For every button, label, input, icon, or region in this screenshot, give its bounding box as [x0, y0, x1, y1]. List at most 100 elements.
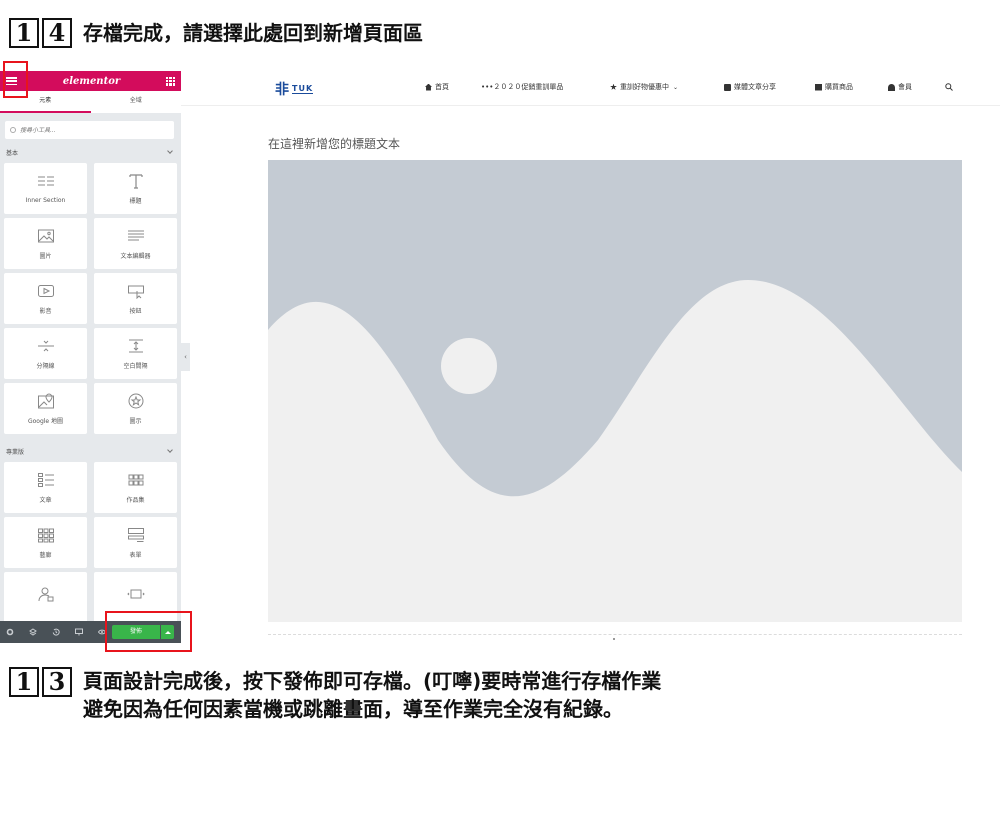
logo-text: TUK [292, 84, 314, 94]
user-icon [888, 83, 895, 91]
step-digit: 4 [42, 18, 72, 48]
history-icon[interactable] [51, 627, 61, 637]
widget-portfolio[interactable]: 作品集 [94, 462, 177, 513]
star-circle-icon [128, 393, 143, 408]
nav-label: 購買商品 [825, 83, 853, 91]
responsive-desktop-icon[interactable] [74, 627, 84, 637]
widget-search[interactable] [5, 121, 174, 139]
step-13-line2: 避免因為任何因素當機或跳離畫面，導至作業完全沒有紀錄。 [83, 697, 623, 721]
widget-divider[interactable]: 分隔線 [4, 328, 87, 379]
nav-label: 重訓好物優惠中 [620, 83, 669, 91]
widget-inner-section[interactable]: Inner Section [4, 163, 87, 214]
home-icon [425, 83, 432, 91]
widget-gallery[interactable]: 藝廊 [4, 517, 87, 568]
logo-mark: 非 [275, 82, 289, 98]
widget-label: 藝廊 [39, 551, 52, 559]
video-icon [37, 284, 54, 297]
step-14-text: 存檔完成，請選擇此處回到新增頁面區 [83, 21, 423, 45]
nav-promo[interactable]: •••２０２０促銷重訓單品 [481, 82, 563, 92]
image-icon [37, 229, 54, 242]
highlight-publish [105, 611, 192, 652]
navigator-layers-icon[interactable] [28, 627, 38, 637]
step-13-caption: 1 3 頁面設計完成後，按下發佈即可存檔。(叮嚀)要時常進行存檔作業 避免因為任… [9, 667, 661, 723]
widget-label: 表單 [129, 551, 142, 559]
text-editor-icon [127, 230, 144, 240]
nav-shop[interactable]: 購買商品 [815, 82, 853, 92]
chevron-down-icon [167, 447, 173, 453]
site-logo[interactable]: 非 TUK [275, 79, 314, 99]
widgets-pro: 文章 作品集 藝廊 表單 [0, 462, 181, 623]
widget-label: 圖片 [39, 252, 52, 260]
widget-image[interactable]: 圖片 [4, 218, 87, 269]
elementor-logo: elementor [62, 75, 121, 87]
widget-label: 圖示 [129, 417, 142, 425]
user-lock-icon [38, 587, 53, 602]
inner-section-icon [37, 176, 54, 185]
widget-label: 文本編輯器 [120, 252, 151, 260]
nav-member[interactable]: 會員 [888, 82, 912, 92]
nav-label: •••２０２０促銷重訓單品 [481, 83, 564, 91]
divider-icon [37, 340, 54, 351]
panel-collapse-handle[interactable]: ‹ [181, 343, 190, 371]
step-digit: 1 [9, 18, 39, 48]
widget-login[interactable] [4, 572, 87, 623]
nav-label: 媒體文章分享 [734, 83, 776, 91]
chevron-down-icon [167, 148, 173, 154]
section-drop-zone[interactable] [268, 634, 962, 640]
widget-heading[interactable]: 標題 [94, 163, 177, 214]
widget-posts[interactable]: 文章 [4, 462, 87, 513]
button-icon [127, 285, 144, 299]
section-basic[interactable]: 基本 [0, 145, 181, 159]
gallery-icon [37, 528, 54, 542]
chevron-down-icon: ⌄ [673, 83, 679, 91]
settings-gear-icon[interactable] [5, 627, 15, 637]
store-icon [815, 83, 822, 91]
star-icon [610, 83, 617, 90]
widget-label: 分隔線 [36, 362, 55, 370]
book-icon [724, 83, 731, 91]
widget-label: 影音 [39, 307, 52, 315]
tab-global[interactable]: 全域 [91, 91, 182, 113]
search-icon [10, 127, 16, 133]
map-icon [37, 392, 54, 408]
highlight-hamburger [3, 61, 28, 98]
widget-google-maps[interactable]: Google 地圖 [4, 383, 87, 434]
widget-icon[interactable]: 圖示 [94, 383, 177, 434]
widget-label: Inner Section [25, 196, 66, 204]
widget-label: 空白間隔 [123, 362, 148, 370]
step-13-text: 頁面設計完成後，按下發佈即可存檔。(叮嚀)要時常進行存檔作業 避免因為任何因素當… [83, 667, 661, 723]
step-14-caption: 1 4 存檔完成，請選擇此處回到新增頁面區 [9, 18, 423, 48]
image-placeholder[interactable] [268, 160, 962, 622]
nav-label: 會員 [898, 83, 912, 91]
elementor-panel: elementor 元素 全域 基本 Inner Section 標題 圖片 [0, 71, 181, 643]
widgets-basic: Inner Section 標題 圖片 文本編輯器 影音 按鈕 分隔線 空白間隔… [0, 163, 181, 434]
widget-spacer[interactable]: 空白間隔 [94, 328, 177, 379]
step-13-line1: 頁面設計完成後，按下發佈即可存檔。(叮嚀)要時常進行存檔作業 [83, 669, 662, 693]
placeholder-landscape-icon [268, 160, 962, 622]
search-icon[interactable] [945, 83, 953, 91]
widgets-grid-icon[interactable] [165, 76, 175, 86]
widget-text-editor[interactable]: 文本編輯器 [94, 218, 177, 269]
widget-button[interactable]: 按鈕 [94, 273, 177, 324]
spacer-icon [128, 339, 143, 352]
widget-label: 作品集 [126, 496, 145, 504]
nav-media[interactable]: 媒體文章分享 [724, 82, 776, 92]
section-pro-label: 專業版 [6, 448, 25, 456]
section-pro[interactable]: 專業版 [0, 444, 181, 458]
nav-label: 首頁 [435, 83, 449, 91]
widget-label: Google 地圖 [27, 417, 64, 425]
widget-form[interactable]: 表單 [94, 517, 177, 568]
nav-home[interactable]: 首頁 [425, 82, 449, 92]
form-icon [127, 527, 144, 542]
widget-video[interactable]: 影音 [4, 273, 87, 324]
step-digit: 3 [42, 667, 72, 697]
widget-search-input[interactable] [20, 126, 150, 134]
widget-label: 標題 [129, 197, 142, 205]
heading-icon [128, 173, 143, 189]
page-heading[interactable]: 在這裡新增您的標題文本 [268, 135, 400, 152]
portfolio-icon [128, 474, 143, 485]
nav-deals[interactable]: 重訓好物優惠中 ⌄ [610, 82, 678, 92]
slides-icon [126, 589, 145, 599]
posts-icon [37, 472, 54, 487]
section-basic-label: 基本 [6, 149, 19, 157]
